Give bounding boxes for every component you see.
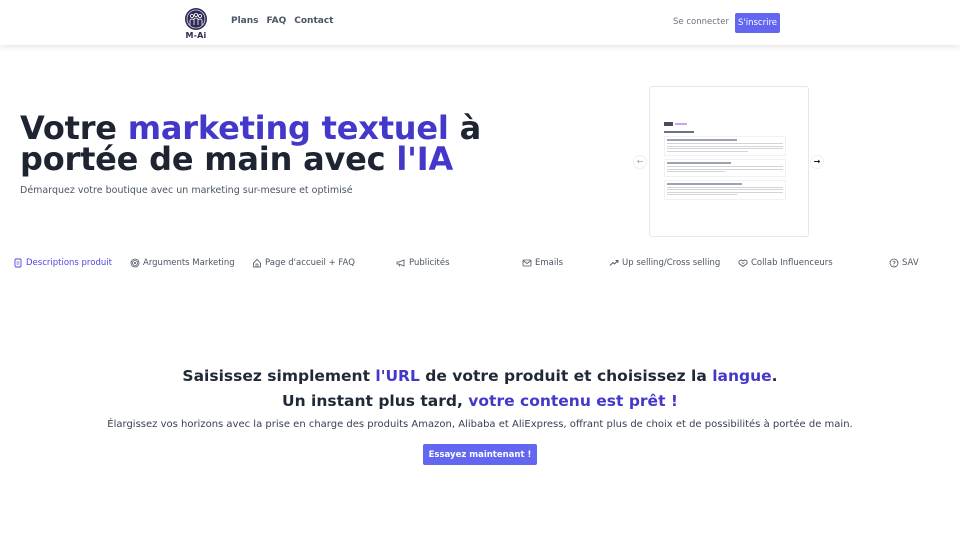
carousel-slide xyxy=(649,86,809,237)
heading-text: Saisissez simplement xyxy=(182,367,376,385)
megaphone-icon xyxy=(396,259,405,267)
tab-label: Descriptions produit xyxy=(26,258,112,268)
section-description: Élargissez vos horizons avec la prise en… xyxy=(107,419,853,430)
top-navbar: M-Ai Plans FAQ Contact Se connecter S'in… xyxy=(0,0,960,45)
heading-text: de votre produit et choisissez la xyxy=(419,367,713,385)
login-link[interactable]: Se connecter xyxy=(673,17,729,27)
tab-label: Emails xyxy=(535,258,564,268)
tab-up-cross-selling[interactable]: Up selling/Cross selling xyxy=(609,258,720,268)
nav-contact[interactable]: Contact xyxy=(294,16,333,26)
tab-label: Arguments Marketing xyxy=(143,258,235,268)
handshake-icon xyxy=(738,259,748,267)
trending-up-icon xyxy=(609,260,619,266)
heading-accent: l'URL xyxy=(375,367,420,385)
heading-accent: langue xyxy=(712,367,772,385)
signup-button[interactable]: S'inscrire xyxy=(735,13,780,33)
nav-faq[interactable]: FAQ xyxy=(267,16,287,26)
try-now-button[interactable]: Essayez maintenant ! xyxy=(423,444,537,465)
logo[interactable]: M-Ai xyxy=(182,8,210,40)
tab-descriptions-produit[interactable]: Descriptions produit xyxy=(13,258,112,268)
help-circle-icon xyxy=(889,258,899,268)
carousel-next-button[interactable]: → xyxy=(810,155,824,169)
tab-label: SAV xyxy=(902,258,919,268)
target-icon xyxy=(130,258,140,268)
mail-icon xyxy=(522,259,532,267)
nav-plans[interactable]: Plans xyxy=(231,16,259,26)
tab-label: Up selling/Cross selling xyxy=(622,258,721,268)
preview-title xyxy=(664,131,694,133)
tab-emails[interactable]: Emails xyxy=(522,258,563,268)
heading-text: Un instant plus tard, xyxy=(282,392,469,410)
tab-publicites[interactable]: Publicités xyxy=(396,258,450,268)
document-icon xyxy=(14,258,22,268)
carousel-prev-button[interactable]: ← xyxy=(633,155,647,169)
tab-label: Publicités xyxy=(409,258,450,268)
arrow-left-icon: ← xyxy=(636,157,644,166)
product-description-preview xyxy=(664,121,786,203)
section-heading-line1: Saisissez simplement l'URL de votre prod… xyxy=(0,367,960,385)
heading-text: . xyxy=(771,367,778,385)
tab-label: Collab Influenceurs xyxy=(751,258,833,268)
hero-title: Votre marketing textuel à portée de main… xyxy=(20,112,490,178)
hero-subtitle: Démarquez votre boutique avec un marketi… xyxy=(20,185,353,196)
preview-brand xyxy=(675,122,687,125)
preview-block xyxy=(664,159,786,177)
section-heading-line2: Un instant plus tard, votre contenu est … xyxy=(0,392,960,410)
logo-icon xyxy=(185,8,207,30)
arrow-right-icon: → xyxy=(813,157,821,166)
home-icon xyxy=(253,258,261,268)
tab-page-accueil-faq[interactable]: Page d'accueil + FAQ xyxy=(252,258,355,268)
preview-block xyxy=(664,179,786,200)
preview-header xyxy=(664,121,786,126)
tab-label: Page d'accueil + FAQ xyxy=(265,258,355,268)
hero-title-accent: l'IA xyxy=(396,140,454,178)
feature-tabs: Descriptions produit Arguments Marketing… xyxy=(0,258,960,272)
main-nav: Plans FAQ Contact xyxy=(231,16,333,26)
preview-block xyxy=(664,136,786,156)
tab-sav[interactable]: SAV xyxy=(889,258,919,268)
logo-text: M-Ai xyxy=(185,31,207,40)
heading-accent: votre contenu est prêt ! xyxy=(468,392,678,410)
preview-logo xyxy=(664,121,673,126)
tab-collab-influenceurs[interactable]: Collab Influenceurs xyxy=(738,258,833,268)
tab-arguments-marketing[interactable]: Arguments Marketing xyxy=(130,258,235,268)
